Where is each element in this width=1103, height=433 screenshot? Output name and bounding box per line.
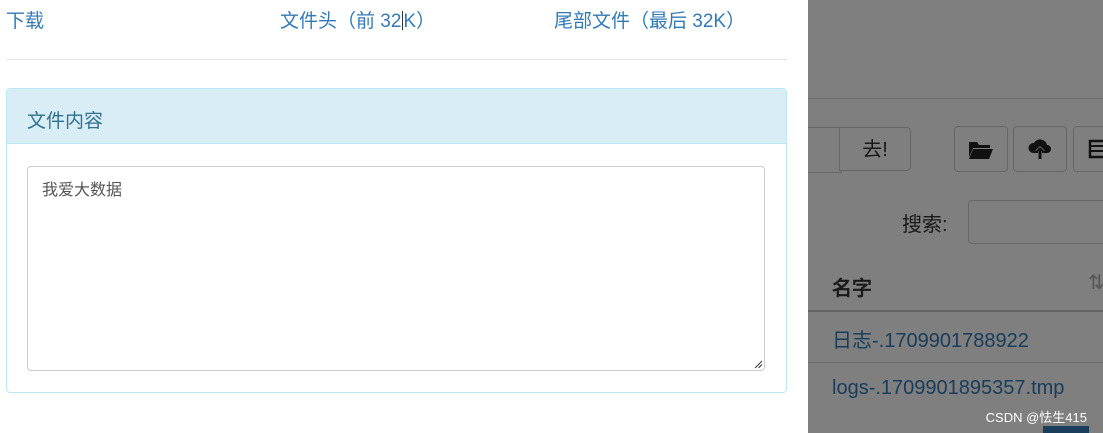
panel-title: 文件内容 <box>7 89 786 144</box>
file-content-textarea[interactable]: 我爱大数据 <box>27 166 765 371</box>
file-content-text: 我爱大数据 <box>42 180 123 199</box>
head-file-link[interactable]: 文件头（前 32 K） <box>280 6 435 33</box>
head-file-label: 文件头（前 32 <box>280 11 402 32</box>
file-actions: 下载 文件头（前 32 K） 尾部文件（最后 32K） <box>0 0 808 40</box>
divider <box>6 59 787 60</box>
file-preview-modal: 下载 文件头（前 32 K） 尾部文件（最后 32K） 文件内容 我爱大数据 <box>0 0 808 433</box>
resize-grip-icon[interactable] <box>753 359 763 369</box>
file-content-panel: 文件内容 我爱大数据 <box>6 88 787 393</box>
watermark: CSDN @怯生415 <box>985 410 1087 425</box>
download-link[interactable]: 下载 <box>6 6 44 33</box>
tail-file-link[interactable]: 尾部文件（最后 32K） <box>554 6 745 33</box>
head-file-label-end: K） <box>403 11 436 32</box>
